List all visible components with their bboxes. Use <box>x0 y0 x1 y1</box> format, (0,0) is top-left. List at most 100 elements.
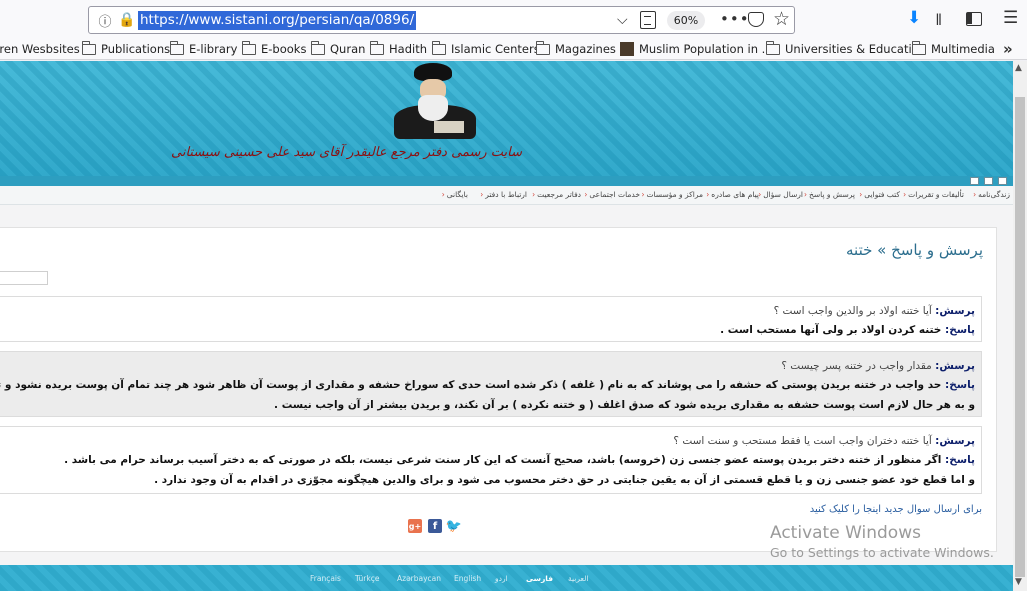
bookmark-folder[interactable]: Islamic Centers <box>432 40 540 57</box>
question-label: پرسش: <box>935 360 975 372</box>
question-text: مقدار واجب در ختنه پسر چیست ؟ <box>781 360 932 372</box>
nav-item[interactable]: مراکز و مؤسسات <box>641 190 703 199</box>
submit-question-link[interactable]: برای ارسال سوال جدید اینجا را کلیک کنید <box>810 504 982 515</box>
bookmark-label: Muslim Population in ... <box>639 42 773 56</box>
bookmark-item[interactable]: Muslim Population in ... <box>620 41 773 57</box>
bookmark-folder[interactable]: Quran <box>311 40 366 57</box>
answer-text: حد واجب در ختنه بریدن پوستی که حشفه را م… <box>0 379 942 391</box>
question: پرسش: آیا ختنه اولاد بر والدین واجب است … <box>774 305 975 317</box>
folder-icon <box>311 40 325 55</box>
bookmark-folder[interactable]: Multimedia <box>912 40 995 57</box>
language-link[interactable]: العربية <box>568 574 589 583</box>
facebook-icon[interactable]: f <box>428 519 442 533</box>
nav-item[interactable]: خدمات اجتماعی <box>584 190 640 199</box>
hamburger-menu-icon[interactable]: ☰ <box>1003 8 1018 28</box>
download-icon[interactable]: ⬇ <box>907 8 921 28</box>
qa-item: پرسش: مقدار واجب در ختنه پسر چیست ؟ پاسخ… <box>0 351 982 417</box>
language-link[interactable]: Azərbaycan <box>397 574 441 583</box>
url-bar[interactable]: ⓘ 🔒 https://www.sistani.org/persian/qa/0… <box>88 6 795 34</box>
library-icon[interactable]: 𝍪 <box>936 9 941 36</box>
bookmark-folder[interactable]: Publications <box>82 40 171 57</box>
folder-icon <box>82 40 96 55</box>
language-link[interactable]: English <box>454 574 481 583</box>
bookmark-folder[interactable]: Universities & Educati... <box>766 40 923 57</box>
answer: پاسخ: اگر منظور از ختنه دختر بریدن پوسته… <box>64 454 975 466</box>
nav-item[interactable]: بایگانی <box>442 190 468 199</box>
nav-item[interactable]: پیام های صادره <box>706 190 759 199</box>
rss-icon[interactable] <box>970 177 979 185</box>
answer-text: ختنه کردن اولاد بر ولی آنها مستحب است . <box>720 324 942 336</box>
bookmark-label: Publications <box>101 42 171 56</box>
bookmark-label: Islamic Centers <box>451 42 540 56</box>
folder-icon <box>766 40 780 55</box>
more-actions-icon[interactable]: ••• <box>720 10 750 28</box>
bookmark-item[interactable]: Iren Wesbsites <box>0 41 80 57</box>
bookmark-label: Multimedia <box>931 42 995 56</box>
site-footer: Français Türkçe Azərbaycan English اردو … <box>0 565 1013 591</box>
bookmark-folder[interactable]: Hadith <box>370 40 427 57</box>
language-link[interactable]: اردو <box>495 574 508 583</box>
folder-icon <box>536 40 550 55</box>
scroll-up-icon[interactable]: ▲ <box>1015 63 1022 73</box>
activate-windows-watermark: Activate Windows Go to Settings to activ… <box>770 523 994 560</box>
folder-icon <box>912 40 926 55</box>
bookmark-label: E-library <box>189 42 238 56</box>
bookmark-label: E-books <box>261 42 307 56</box>
nav-item[interactable]: تألیفات و تقریرات <box>903 190 964 199</box>
web-page: سایت رسمی دفتر مرجع عالیقدر آقای سید علی… <box>0 61 1013 591</box>
reader-view-icon[interactable] <box>640 11 656 29</box>
bookmark-label: Hadith <box>389 42 427 56</box>
answer-label: پاسخ: <box>945 379 975 391</box>
question-label: پرسش: <box>935 435 975 447</box>
nav-item[interactable]: ارتباط با دفتر <box>480 190 527 199</box>
google-plus-icon[interactable]: g+ <box>408 519 422 533</box>
scroll-down-icon[interactable]: ▼ <box>1015 577 1022 587</box>
nav-item[interactable]: ارسال سؤال <box>758 190 803 199</box>
language-link[interactable]: Türkçe <box>355 574 379 583</box>
bookmark-folder[interactable]: E-books <box>242 40 307 57</box>
language-link-active[interactable]: فارسی <box>526 574 553 583</box>
nav-item[interactable]: دفاتر مرجعیت <box>532 190 581 199</box>
bookmark-label: Iren Wesbsites <box>0 42 80 56</box>
answer-label: پاسخ: <box>945 324 975 336</box>
chevron-right-double-icon[interactable]: » <box>1003 40 1013 58</box>
folder-icon <box>370 40 384 55</box>
pocket-icon[interactable] <box>748 12 764 27</box>
answer-continued: و اما قطع خود عضو جنسی زن و یا قطع قسمتی… <box>154 474 975 486</box>
question: پرسش: مقدار واجب در ختنه پسر چیست ؟ <box>781 360 975 372</box>
scrollbar-thumb[interactable] <box>1015 97 1025 577</box>
page-title: پرسش و پاسخ » ختنه <box>846 241 983 259</box>
nav-item[interactable]: کتب فتوایی <box>859 190 900 199</box>
sidebar-icon[interactable] <box>966 12 982 26</box>
site-logo-title: سایت رسمی دفتر مرجع عالیقدر آقای سید علی… <box>171 145 522 169</box>
icons-strip <box>0 176 1013 186</box>
folder-icon <box>242 40 256 55</box>
lock-icon: 🔒 <box>118 12 136 28</box>
nav-item[interactable]: پرسش و پاسخ <box>804 190 855 199</box>
folder-icon <box>170 40 184 55</box>
url-text[interactable]: https://www.sistani.org/persian/qa/0896/ <box>138 10 417 30</box>
vertical-scrollbar[interactable]: ▲ ▼ <box>1013 61 1027 591</box>
bookmark-folder[interactable]: Magazines <box>536 40 616 57</box>
chevron-down-icon[interactable]: ⌵ <box>617 12 628 28</box>
bookmark-folder[interactable]: E-library <box>170 40 238 57</box>
home-icon[interactable] <box>998 177 1007 185</box>
qa-item: پرسش: آیا ختنه دختران واجب است یا فقط مس… <box>0 426 982 494</box>
bookmark-label: Quran <box>330 42 366 56</box>
nav-item[interactable]: زندگی‌نامه <box>973 190 1010 199</box>
language-link[interactable]: Français <box>310 574 341 583</box>
twitter-icon[interactable]: 🐦 <box>446 519 462 534</box>
qa-item: پرسش: آیا ختنه اولاد بر والدین واجب است … <box>0 296 982 342</box>
answer: پاسخ: ختنه کردن اولاد بر ولی آنها مستحب … <box>720 324 975 336</box>
watermark-title: Activate Windows <box>770 523 921 543</box>
bookmark-star-icon[interactable]: ☆ <box>773 8 790 30</box>
answer: پاسخ: حد واجب در ختنه بریدن پوستی که حشف… <box>0 379 975 391</box>
zoom-level[interactable]: 60% <box>667 11 705 30</box>
folder-icon <box>432 40 446 55</box>
sitemap-icon[interactable] <box>984 177 993 185</box>
info-icon[interactable]: ⓘ <box>94 9 116 31</box>
watermark-subtitle: Go to Settings to activate Windows. <box>770 545 994 560</box>
search-input[interactable] <box>0 271 48 285</box>
bookmark-label: Universities & Educati... <box>785 42 923 56</box>
question-text: آیا ختنه اولاد بر والدین واجب است ؟ <box>773 305 932 317</box>
